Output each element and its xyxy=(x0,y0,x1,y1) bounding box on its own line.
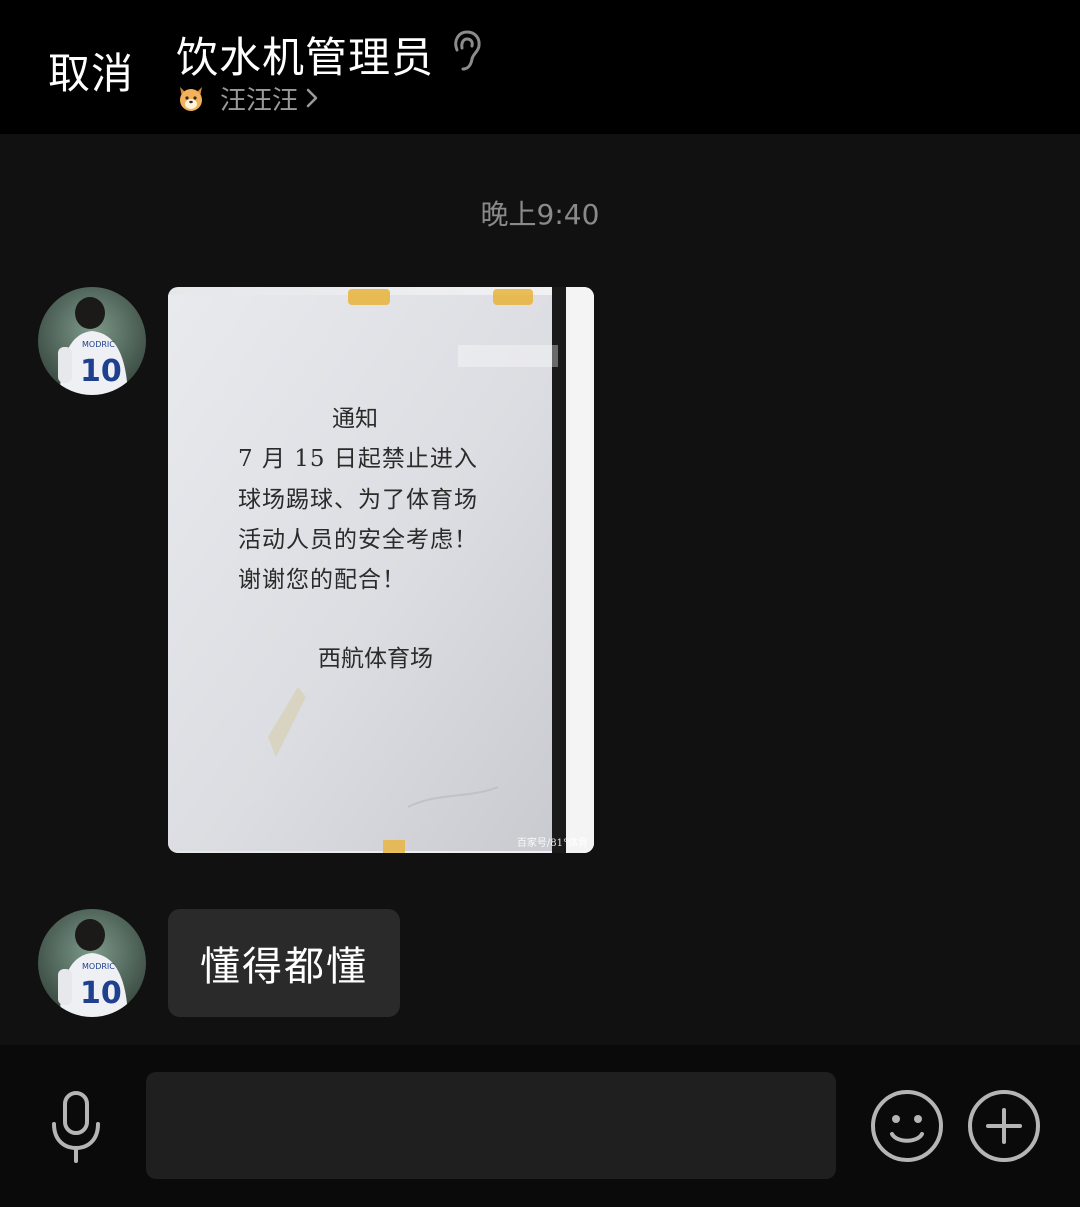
sender-avatar[interactable]: 10 MODRIC xyxy=(38,287,146,395)
group-name: 汪汪汪 xyxy=(220,85,299,116)
image-message[interactable]: 通知 7 月 15 日起禁止进入 球场踢球、为了体育场 活动人员的安全考虑！ 谢… xyxy=(168,287,594,853)
message-input[interactable] xyxy=(146,1072,836,1179)
notice-line: 7 月 15 日起禁止进入 xyxy=(238,446,478,472)
message-text: 懂得都懂 xyxy=(200,944,368,990)
dog-emoji-icon xyxy=(180,87,202,111)
sender-avatar[interactable]: 10 MODRIC xyxy=(38,909,146,1017)
svg-text:MODRIC: MODRIC xyxy=(82,340,115,349)
chat-screen: 取消 饮水机管理员 汪汪汪 晚上9:40 10 MODRIC 通知 7 月 15… xyxy=(0,0,1080,1207)
svg-text:10: 10 xyxy=(80,354,122,389)
notice-title: 通知 xyxy=(332,406,378,432)
microphone-icon[interactable] xyxy=(46,1090,106,1164)
notice-line: 谢谢您的配合！ xyxy=(238,567,406,593)
plus-icon[interactable] xyxy=(966,1088,1042,1164)
cancel-button[interactable]: 取消 xyxy=(48,40,134,101)
group-link[interactable]: 汪汪汪 xyxy=(176,80,320,116)
chevron-right-icon xyxy=(306,88,318,108)
chat-header: 取消 饮水机管理员 汪汪汪 xyxy=(0,0,1080,134)
notice-line: 活动人员的安全考虑！ xyxy=(238,527,478,553)
notice-text: 通知 7 月 15 日起禁止进入 球场踢球、为了体育场 活动人员的安全考虑！ 谢… xyxy=(168,287,594,853)
soccer-player-avatar-image: 10 MODRIC xyxy=(38,909,146,1017)
image-watermark: 百家号/81°体育 xyxy=(516,838,588,849)
notice-line: 球场踢球、为了体育场 xyxy=(238,487,478,513)
soccer-player-avatar-image: 10 MODRIC xyxy=(38,287,146,395)
notice-signature: 西航体育场 xyxy=(318,646,433,672)
message-timestamp: 晚上9:40 xyxy=(480,198,600,231)
svg-text:MODRIC: MODRIC xyxy=(82,962,115,971)
ear-icon[interactable] xyxy=(448,28,484,74)
text-message-bubble[interactable]: 懂得都懂 xyxy=(168,909,400,1017)
chat-title: 饮水机管理员 xyxy=(176,33,435,82)
emoji-icon[interactable] xyxy=(869,1088,945,1164)
svg-text:10: 10 xyxy=(80,976,122,1011)
